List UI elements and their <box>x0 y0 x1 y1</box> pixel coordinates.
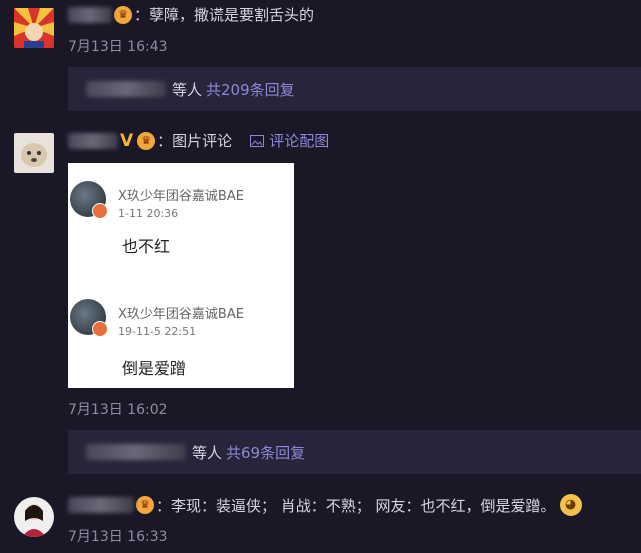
card-time: 1-11 20:36 <box>118 207 179 220</box>
comment-text-line: ♛ ：李现：装逼侠； 肖战：不熟； 网友：也不红，倒是爱蹭。 ◕ <box>68 494 582 516</box>
username[interactable] <box>68 6 112 23</box>
comment-text-line: ♛ ：孽障，撒谎是要割舌头的 <box>68 4 314 25</box>
card-username: X玖少年团谷嘉诚BAE <box>118 307 244 322</box>
comment-text: ：图片评论 <box>157 132 233 150</box>
comment-text: ：李现：装逼侠； 肖战：不熟； 网友：也不红，倒是爱蹭。 <box>156 496 556 515</box>
crown-badge-icon: ♛ <box>137 131 156 150</box>
crown-badge-icon: ♛ <box>136 496 154 514</box>
comment-text-line: V ♛ ：图片评论 评论配图 <box>68 130 329 151</box>
crown-badge-icon: ♛ <box>114 5 132 24</box>
comment-text: ：孽障，撒谎是要割舌头的 <box>134 6 315 24</box>
reply-summary-1[interactable]: 等人 共209条回复 <box>68 67 641 111</box>
username[interactable] <box>68 497 134 513</box>
card-time: 19-11-5 22:51 <box>118 325 197 338</box>
card-avatar <box>70 299 108 337</box>
reply-count-link[interactable]: 共209条回复 <box>206 79 295 100</box>
image-comment-link[interactable]: 评论配图 <box>250 130 329 151</box>
comment-time: 7月13日 16:43 <box>68 39 168 55</box>
comment-time: 7月13日 16:02 <box>68 402 168 418</box>
doge-emoji-icon: ◕ <box>559 494 582 516</box>
comment-time: 7月13日 16:33 <box>68 529 168 545</box>
comment-image[interactable]: X玖少年团谷嘉诚BAE 1-11 20:36 也不红 X玖少年团谷嘉诚BAE 1… <box>68 163 294 388</box>
reply-usernames <box>86 444 186 460</box>
vip-badge-icon: V <box>120 130 134 151</box>
image-icon <box>250 134 265 147</box>
reply-label: 等人 <box>192 443 223 462</box>
avatar[interactable] <box>14 133 54 173</box>
username[interactable] <box>68 132 118 149</box>
badge-icon <box>92 203 108 219</box>
reply-usernames <box>86 81 166 97</box>
avatar[interactable] <box>14 497 54 537</box>
card-username: X玖少年团谷嘉诚BAE <box>118 189 244 204</box>
image-link-label: 评论配图 <box>269 132 330 150</box>
reply-label: 等人 <box>172 80 203 99</box>
badge-icon <box>92 321 108 337</box>
avatar[interactable] <box>14 8 54 48</box>
card-avatar <box>70 181 108 219</box>
reply-count-link[interactable]: 共69条回复 <box>226 442 305 463</box>
card-text: 倒是爱蹭 <box>122 359 187 378</box>
card-text: 也不红 <box>122 237 171 256</box>
reply-summary-2[interactable]: 等人 共69条回复 <box>68 430 641 474</box>
